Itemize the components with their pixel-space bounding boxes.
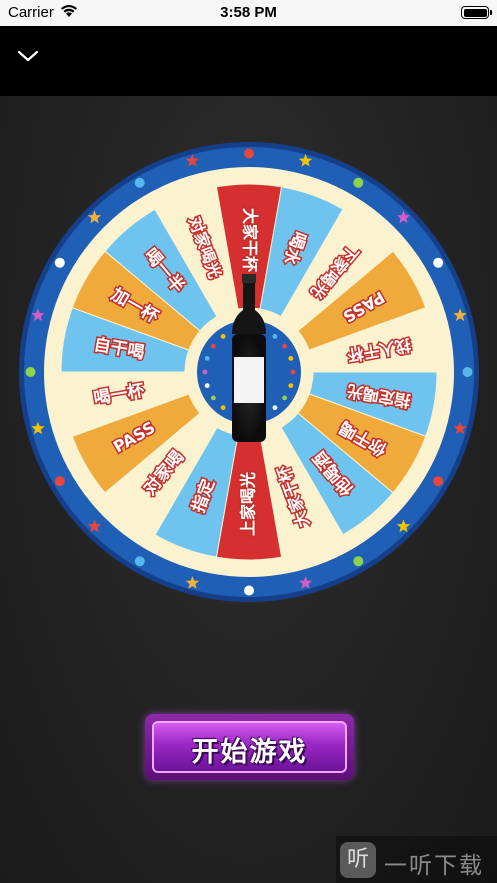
rim-dot: [134, 556, 145, 567]
spin-wheel[interactable]: 大家干杯 喝水下家喝光PASS找人干杯指定喝光你干喝他喝酒大家干杯上家喝光指定对家…: [18, 141, 480, 603]
start-game-label: 开始游戏: [191, 737, 308, 768]
wheel-segment-label: 上家喝光: [239, 472, 258, 536]
rim-dot: [462, 367, 473, 377]
center-dot: [290, 369, 296, 375]
center-dot: [211, 343, 216, 349]
center-dot: [288, 356, 294, 361]
start-game-button[interactable]: 开始游戏: [145, 714, 354, 780]
center-dot: [288, 383, 294, 388]
center-dot: [211, 395, 216, 401]
center-dot: [272, 334, 278, 339]
center-dot: [272, 405, 278, 410]
rim-dot: [353, 177, 364, 188]
center-dot: [220, 334, 226, 339]
watermark: 听 一听下载: [336, 836, 497, 883]
watermark-text: 一听下载: [384, 853, 484, 879]
center-dot: [202, 369, 208, 375]
navigation-bar: [0, 26, 497, 96]
rim-dot: [433, 476, 444, 487]
center-dot: [204, 383, 210, 388]
rim-dot: [244, 148, 254, 159]
center-dot: [204, 356, 210, 361]
rim-dot: [244, 585, 254, 596]
watermark-logo: 听: [340, 842, 376, 878]
wheel-segment-label: 大家干杯: [241, 208, 260, 273]
battery-icon: [461, 6, 492, 19]
rim-dot: [54, 476, 65, 487]
status-time: 3:58 PM: [220, 4, 277, 21]
center-dot: [282, 343, 287, 349]
rim-dot: [25, 367, 36, 377]
status-bar: Carrier 3:58 PM: [0, 0, 497, 26]
rim-dot: [134, 177, 145, 188]
rim-dot: [54, 257, 65, 268]
rim-dot: [433, 257, 444, 268]
center-dot: [282, 395, 287, 401]
rim-dot: [353, 556, 364, 567]
chevron-down-icon[interactable]: [14, 44, 42, 66]
center-dot: [220, 405, 226, 410]
